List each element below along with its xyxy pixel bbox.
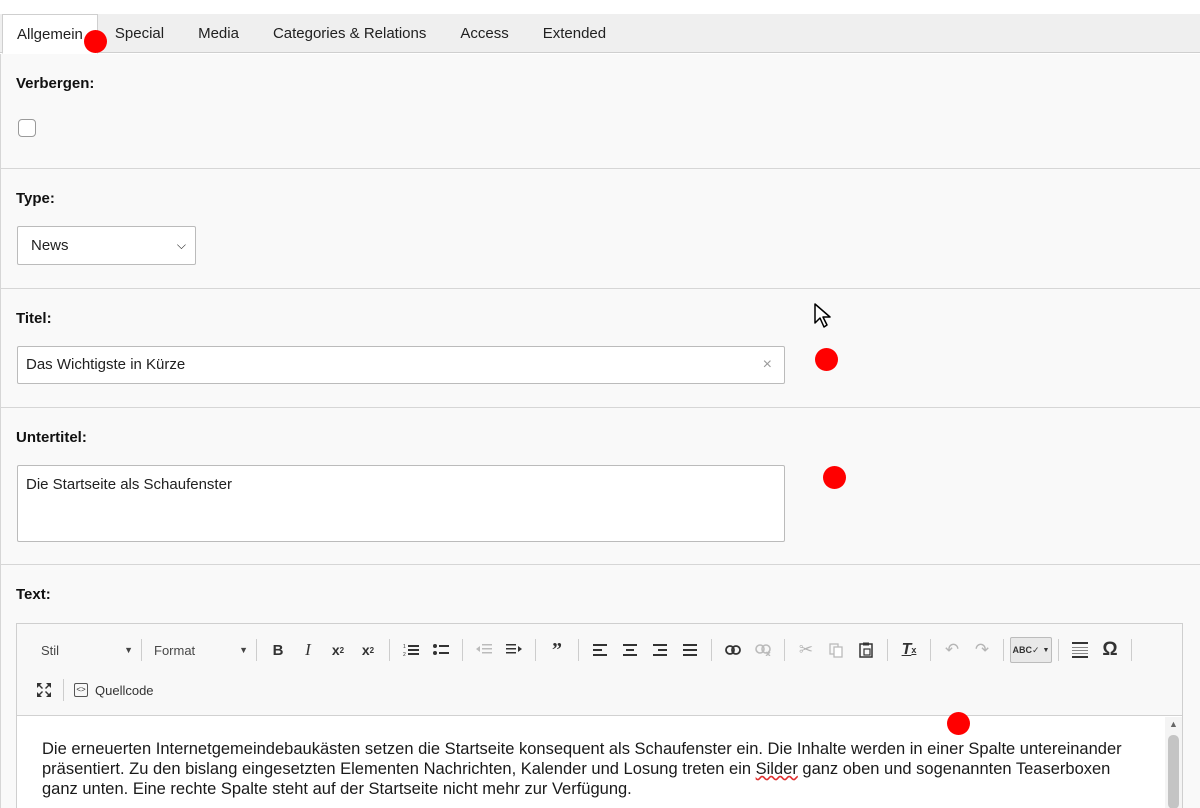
- rich-text-editor: Stil ▼ Format ▼ B I x2 x2 12 ” ✂ T x ↶ ↷…: [16, 623, 1183, 808]
- toolbar-separator: [389, 639, 390, 661]
- tab-access[interactable]: Access: [443, 14, 525, 53]
- link-icon[interactable]: [718, 637, 748, 663]
- subtitle-textarea-value: Die Startseite als Schaufenster: [26, 476, 232, 493]
- indent-icon[interactable]: [499, 637, 529, 663]
- paste-icon[interactable]: [851, 637, 881, 663]
- style-combo[interactable]: Stil ▼: [31, 637, 135, 663]
- subtitle-panel: Untertitel: Die Startseite als Schaufens…: [0, 408, 1200, 565]
- align-left-icon[interactable]: [585, 637, 615, 663]
- redo-icon[interactable]: ↷: [967, 637, 997, 663]
- type-label: Type:: [16, 190, 55, 207]
- tab-allgemein[interactable]: Allgemein: [2, 14, 98, 54]
- source-code-icon: <>: [74, 683, 88, 697]
- toolbar-separator: [462, 639, 463, 661]
- red-marker: [815, 348, 838, 371]
- type-select-value: News: [31, 237, 69, 254]
- special-char-icon[interactable]: Ω: [1095, 637, 1125, 663]
- format-combo-label: Format: [154, 642, 196, 658]
- cut-icon[interactable]: ✂: [791, 637, 821, 663]
- toolbar-separator: [930, 639, 931, 661]
- misspelled-word: Silder: [755, 760, 798, 778]
- red-marker: [947, 712, 970, 735]
- tab-categories-relations[interactable]: Categories & Relations: [256, 14, 443, 53]
- outdent-icon[interactable]: [469, 637, 499, 663]
- dropdown-arrow-icon: ▼: [124, 645, 133, 655]
- italic-icon[interactable]: I: [293, 637, 323, 663]
- tab-media[interactable]: Media: [181, 14, 256, 53]
- style-combo-label: Stil: [41, 642, 60, 658]
- unlink-icon[interactable]: [748, 637, 778, 663]
- hide-label: Verbergen:: [16, 75, 95, 92]
- maximize-icon[interactable]: [31, 677, 57, 703]
- undo-icon[interactable]: ↶: [937, 637, 967, 663]
- title-panel: Titel: Das Wichtigste in Kürze ×: [0, 289, 1200, 408]
- tab-special[interactable]: Special: [98, 14, 181, 53]
- spellcheck-icon[interactable]: ABC✓ ▼: [1010, 637, 1052, 663]
- editor-content[interactable]: Die erneuerten Internetgemeindebaukästen…: [17, 717, 1165, 808]
- toolbar-separator: [141, 639, 142, 661]
- hide-checkbox[interactable]: [18, 119, 36, 137]
- horizontal-rule-icon[interactable]: [1065, 637, 1095, 663]
- copy-icon[interactable]: [821, 637, 851, 663]
- blockquote-icon[interactable]: ”: [542, 637, 572, 663]
- justify-icon[interactable]: [675, 637, 705, 663]
- dropdown-arrow-icon: ▼: [239, 645, 248, 655]
- subtitle-textarea[interactable]: Die Startseite als Schaufenster: [17, 465, 785, 542]
- source-button[interactable]: <> Quellcode: [74, 683, 154, 698]
- mouse-pointer-icon: [814, 303, 832, 333]
- superscript-icon[interactable]: x2: [353, 637, 383, 663]
- align-right-icon[interactable]: [645, 637, 675, 663]
- toolbar-separator: [887, 639, 888, 661]
- type-panel: Type: News ⌵: [0, 169, 1200, 289]
- toolbar-separator: [578, 639, 579, 661]
- bullet-list-icon[interactable]: [426, 637, 456, 663]
- toolbar-separator: [711, 639, 712, 661]
- red-marker: [823, 466, 846, 489]
- editor-scrollbar[interactable]: ▲: [1165, 717, 1182, 808]
- numbered-list-icon[interactable]: 12: [396, 637, 426, 663]
- tab-bar: Allgemein Special Media Categories & Rel…: [0, 14, 1200, 54]
- toolbar-row-2: <> Quellcode: [31, 676, 154, 704]
- bold-icon[interactable]: B: [263, 637, 293, 663]
- subscript-icon[interactable]: x2: [323, 637, 353, 663]
- chevron-down-icon: ⌵: [176, 238, 186, 252]
- toolbar-separator: [63, 679, 64, 701]
- toolbar-row-1: Stil ▼ Format ▼ B I x2 x2 12 ” ✂ T x ↶ ↷…: [31, 636, 1138, 664]
- title-label: Titel:: [16, 310, 52, 327]
- toolbar-separator: [784, 639, 785, 661]
- scroll-up-icon[interactable]: ▲: [1169, 719, 1178, 729]
- tab-extended[interactable]: Extended: [526, 14, 623, 53]
- remove-format-icon[interactable]: Tx: [894, 637, 924, 663]
- toolbar-separator: [256, 639, 257, 661]
- clear-icon[interactable]: ×: [763, 347, 772, 383]
- toolbar-separator: [1131, 639, 1132, 661]
- title-input[interactable]: Das Wichtigste in Kürze ×: [17, 346, 785, 384]
- toolbar-separator: [535, 639, 536, 661]
- title-input-value: Das Wichtigste in Kürze: [26, 356, 186, 373]
- toolbar-separator: [1003, 639, 1004, 661]
- editor-toolbar: Stil ▼ Format ▼ B I x2 x2 12 ” ✂ T x ↶ ↷…: [17, 624, 1182, 716]
- toolbar-separator: [1058, 639, 1059, 661]
- source-button-label: Quellcode: [95, 682, 154, 698]
- format-combo[interactable]: Format ▼: [148, 637, 250, 663]
- hide-panel: Verbergen:: [0, 54, 1200, 169]
- subtitle-label: Untertitel:: [16, 429, 87, 446]
- align-center-icon[interactable]: [615, 637, 645, 663]
- svg-text:2: 2: [403, 652, 406, 657]
- scrollbar-thumb[interactable]: [1168, 735, 1179, 808]
- svg-text:1: 1: [403, 644, 406, 650]
- text-label: Text:: [16, 586, 51, 603]
- red-marker: [84, 30, 107, 53]
- type-select[interactable]: News ⌵: [17, 226, 196, 265]
